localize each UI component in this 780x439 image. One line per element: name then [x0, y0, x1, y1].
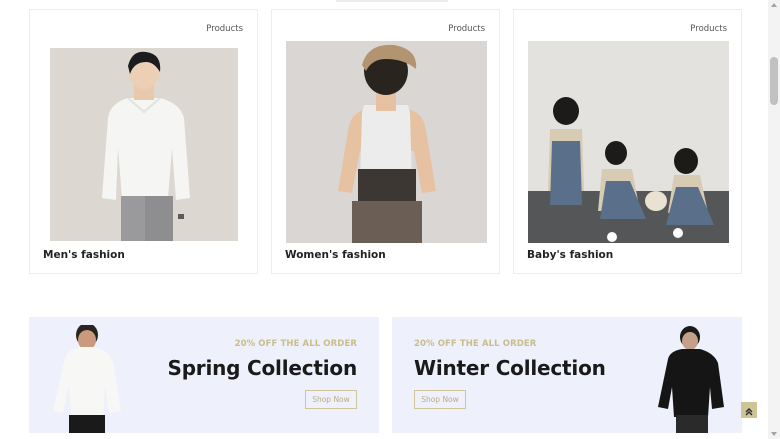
spring-model-image	[43, 323, 127, 433]
card-title[interactable]: Baby's fashion	[527, 249, 613, 261]
winter-model-image	[656, 325, 728, 433]
shop-now-button[interactable]: Shop Now	[305, 390, 357, 409]
scrollbar-thumb[interactable]	[770, 57, 778, 105]
mens-fashion-image[interactable]	[50, 48, 238, 241]
scroll-up-arrow-icon[interactable]	[771, 3, 777, 7]
double-chevron-up-icon	[745, 401, 753, 420]
card-category-tag: Products	[690, 24, 727, 34]
scroll-down-arrow-icon[interactable]	[771, 432, 777, 436]
card-title[interactable]: Men's fashion	[43, 249, 125, 261]
promo-title: Winter Collection	[414, 356, 606, 380]
product-card-womens-fashion[interactable]: Products Women's fashion	[271, 9, 500, 274]
babys-fashion-image[interactable]	[528, 41, 729, 243]
top-divider	[336, 0, 448, 2]
card-title[interactable]: Women's fashion	[285, 249, 386, 261]
scroll-to-top-button[interactable]	[741, 402, 757, 418]
promo-discount-text: 20% OFF THE ALL ORDER	[234, 339, 357, 349]
vertical-scrollbar[interactable]	[768, 0, 780, 439]
shop-now-button[interactable]: Shop Now	[414, 390, 466, 409]
promo-title: Spring Collection	[167, 356, 357, 380]
promo-banner-spring: 20% OFF THE ALL ORDER Spring Collection …	[29, 317, 379, 433]
promo-discount-text: 20% OFF THE ALL ORDER	[414, 339, 537, 349]
promo-banner-winter: 20% OFF THE ALL ORDER Winter Collection …	[392, 317, 742, 433]
product-card-mens-fashion[interactable]: Products Men's fashion	[29, 9, 258, 274]
card-category-tag: Products	[448, 24, 485, 34]
womens-fashion-image[interactable]	[286, 41, 487, 243]
product-card-babys-fashion[interactable]: Products Baby's fashion	[513, 9, 742, 274]
card-category-tag: Products	[206, 24, 243, 34]
